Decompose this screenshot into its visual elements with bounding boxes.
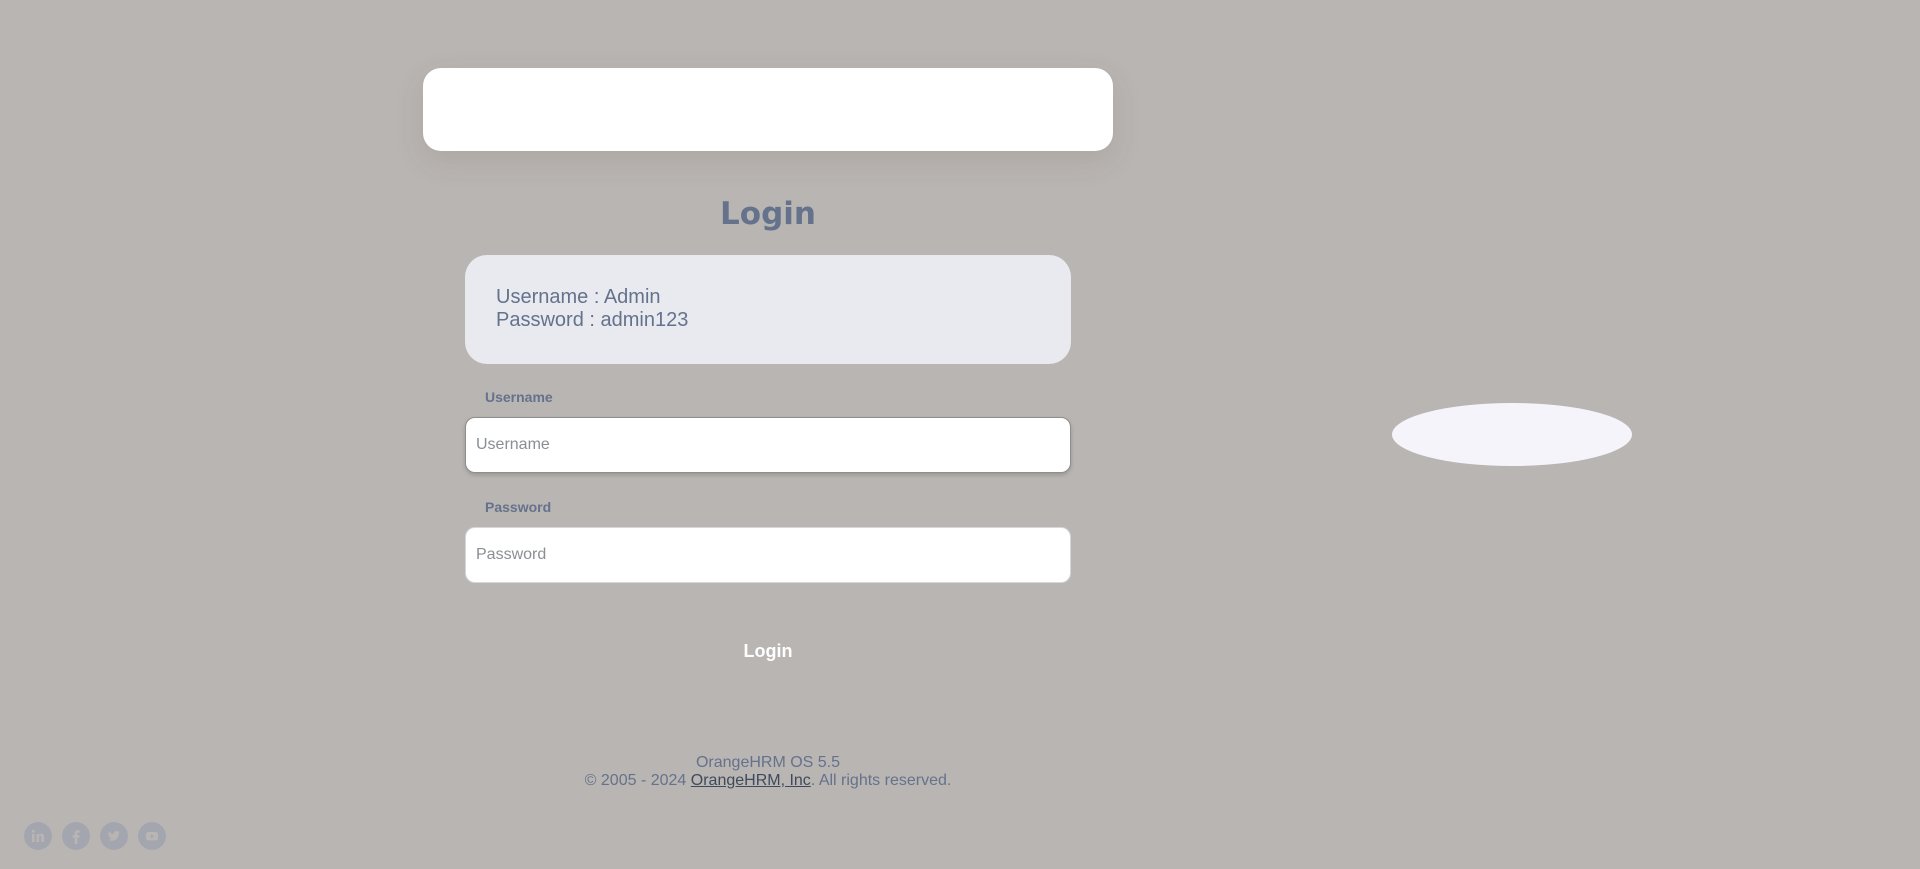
footer-copyright: © 2005 - 2024 OrangeHRM, Inc. All rights…	[423, 772, 1113, 790]
username-label: Username	[485, 389, 553, 405]
login-title: Login	[720, 196, 816, 232]
twitter-icon[interactable]	[100, 822, 128, 850]
social-links	[24, 822, 166, 850]
youtube-icon[interactable]	[138, 822, 166, 850]
credentials-hint-box: Username : Admin Password : admin123	[465, 255, 1071, 364]
copyright-prefix: © 2005 - 2024	[584, 772, 691, 789]
copyright-suffix: . All rights reserved.	[810, 772, 952, 789]
footer-version: OrangeHRM OS 5.5	[695, 754, 841, 771]
decorative-ellipse	[1392, 403, 1632, 466]
credentials-username-hint: Username : Admin	[496, 286, 661, 308]
credentials-password-hint: Password : admin123	[496, 309, 689, 331]
facebook-icon[interactable]	[62, 822, 90, 850]
linkedin-icon[interactable]	[24, 822, 52, 850]
login-button[interactable]: Login	[700, 631, 836, 671]
company-link[interactable]: OrangeHRM, Inc	[691, 772, 811, 789]
password-label: Password	[485, 499, 552, 515]
password-input[interactable]	[465, 527, 1071, 583]
logo-banner	[423, 68, 1113, 151]
username-input[interactable]	[465, 417, 1071, 473]
footer: OrangeHRM OS 5.5 © 2005 - 2024 OrangeHRM…	[423, 754, 1113, 790]
